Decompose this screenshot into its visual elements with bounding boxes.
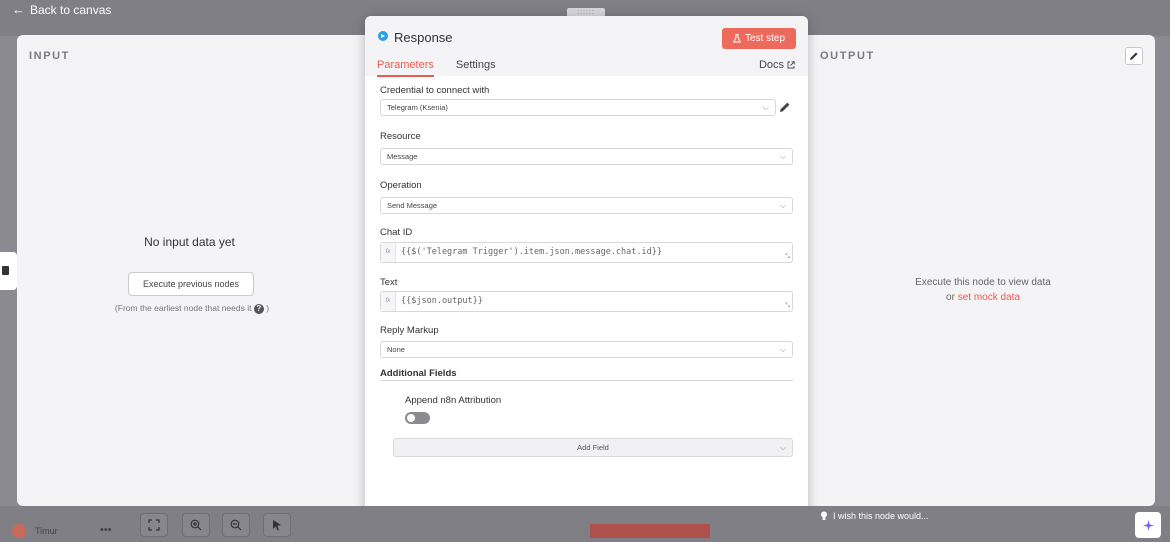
reply-markup-value: None [387, 345, 405, 354]
text-input[interactable]: fx {{$json.output}} ⤡ [380, 291, 793, 312]
node-icon [2, 266, 9, 275]
avatar[interactable] [12, 524, 26, 538]
user-name: Timur [35, 526, 58, 536]
set-mock-data-link[interactable]: set mock data [958, 292, 1020, 303]
cursor-tool-button[interactable] [263, 513, 291, 537]
node-title[interactable]: Response [394, 30, 453, 45]
lightbulb-icon [821, 511, 827, 520]
additional-fields-label: Additional Fields [380, 368, 457, 379]
no-input-hint: (From the earliest node that needs it ? … [112, 302, 272, 314]
execute-previous-nodes-button[interactable]: Execute previous nodes [128, 272, 254, 296]
edit-output-button[interactable] [1125, 47, 1143, 65]
output-message-prefix: or [946, 292, 958, 303]
node-tabs: Parameters Settings [377, 59, 496, 77]
resource-select[interactable]: Message ⌵ [380, 148, 793, 165]
fx-icon: fx [381, 292, 396, 311]
zoom-out-icon [230, 519, 242, 531]
node-settings-modal: Response Test step Parameters Settings D… [365, 16, 808, 524]
side-panel-tab[interactable] [0, 252, 17, 290]
add-field-label: Add Field [577, 443, 609, 452]
attribution-toggle[interactable] [405, 412, 430, 424]
fit-view-icon [148, 519, 160, 531]
user-menu-button[interactable]: ••• [100, 524, 112, 536]
pencil-icon [1130, 52, 1138, 60]
zoom-to-fit-button[interactable] [140, 513, 168, 537]
output-message-line1: Execute this node to view data [915, 277, 1051, 288]
hint-text-end: ) [266, 303, 270, 313]
arrow-left-icon: ← [12, 2, 25, 17]
attribution-label: Append n8n Attribution [405, 395, 502, 406]
back-to-canvas-label: Back to canvas [30, 2, 112, 17]
test-step-label: Test step [744, 33, 786, 44]
chat-id-input[interactable]: fx {{$('Telegram Trigger').item.json.mes… [380, 242, 793, 263]
canvas-bottom-bar [0, 506, 1170, 542]
text-label: Text [380, 277, 398, 288]
hint-text: (From the earliest node that needs it [114, 303, 252, 313]
credential-value: Telegram (Ksenia) [387, 103, 448, 112]
operation-select[interactable]: Send Message ⌵ [380, 197, 793, 214]
operation-label: Operation [380, 180, 422, 191]
reply-markup-label: Reply Markup [380, 325, 439, 336]
fx-icon: fx [381, 243, 396, 262]
operation-value: Send Message [387, 201, 438, 210]
input-panel: INPUT No input data yet Execute previous… [17, 35, 372, 506]
output-panel: OUTPUT Execute this node to view data or… [803, 35, 1155, 506]
resource-label: Resource [380, 131, 421, 142]
zoom-in-icon [190, 519, 202, 531]
text-expression: {{$json.output}} [401, 296, 483, 306]
chevron-down-icon: ⌵ [762, 103, 769, 112]
chevron-down-icon: ⌵ [779, 152, 786, 161]
zoom-out-button[interactable] [222, 513, 250, 537]
output-panel-title: OUTPUT [820, 50, 875, 62]
credential-label: Credential to connect with [380, 85, 490, 96]
reply-markup-select[interactable]: None ⌵ [380, 341, 793, 358]
ai-assistant-button[interactable] [1135, 512, 1161, 538]
telegram-icon [378, 31, 388, 41]
add-field-button[interactable]: Add Field ⌵ [393, 438, 793, 457]
expand-icon[interactable]: ⤡ [785, 254, 790, 261]
docs-label: Docs [758, 59, 784, 71]
tab-parameters[interactable]: Parameters [377, 59, 434, 77]
chevron-down-icon: ⌵ [779, 443, 786, 452]
chat-id-label: Chat ID [380, 227, 413, 238]
back-to-canvas-link[interactable]: ← Back to canvas [12, 2, 111, 17]
test-step-button[interactable]: Test step [722, 28, 796, 49]
zoom-in-button[interactable] [182, 513, 210, 537]
section-divider [380, 380, 793, 381]
pencil-icon[interactable] [779, 101, 791, 113]
docs-link[interactable]: Docs [759, 59, 795, 71]
no-input-title: No input data yet [144, 235, 235, 249]
chevron-down-icon: ⌵ [779, 201, 786, 210]
cursor-icon [273, 520, 281, 531]
credential-select[interactable]: Telegram (Ksenia) ⌵ [380, 99, 776, 116]
execute-workflow-button[interactable] [590, 524, 710, 538]
input-panel-title: INPUT [29, 50, 70, 62]
external-link-icon [787, 61, 795, 69]
output-empty-message: Execute this node to view data or set mo… [883, 275, 1083, 305]
chevron-down-icon: ⌵ [779, 345, 786, 354]
flask-icon [732, 34, 741, 43]
sparkle-icon [1142, 519, 1154, 531]
help-icon[interactable]: ? [253, 304, 264, 314]
feedback-label: I wish this node would... [833, 511, 929, 521]
expand-icon[interactable]: ⤡ [785, 303, 790, 310]
resource-value: Message [387, 152, 418, 161]
tab-settings[interactable]: Settings [456, 59, 496, 77]
feedback-link[interactable]: I wish this node would... [820, 511, 929, 521]
chat-id-expression: {{$('Telegram Trigger').item.json.messag… [401, 247, 662, 257]
